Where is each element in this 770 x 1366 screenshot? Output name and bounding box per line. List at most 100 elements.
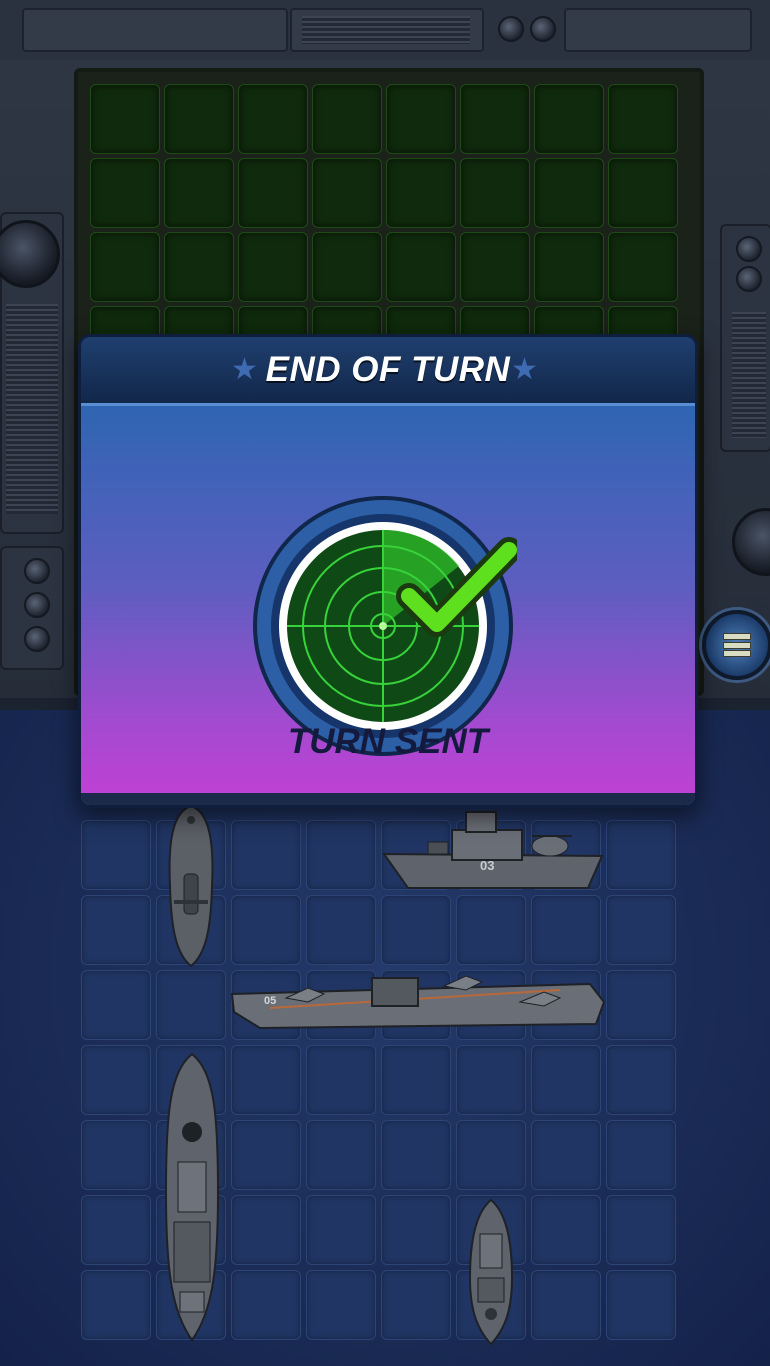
fleet-grid-cell (531, 895, 601, 965)
top-console-bar (0, 0, 770, 63)
top-panel-center (290, 8, 484, 52)
aircraft-carrier: 05 (230, 975, 606, 1030)
fleet-grid-cell (231, 895, 301, 965)
radar-grid-cell[interactable] (386, 232, 456, 302)
radar-grid-cell[interactable] (238, 158, 308, 228)
fleet-grid-cell (81, 1120, 151, 1190)
fleet-grid-cell (606, 1120, 676, 1190)
fleet-grid-cell (231, 1270, 301, 1340)
patrol-boat: 03 (382, 811, 604, 889)
fleet-grid-cell (231, 820, 301, 890)
radar-grid-cell[interactable] (164, 84, 234, 154)
radar-grid-cell[interactable] (534, 84, 604, 154)
battleship (164, 1052, 220, 1342)
small-knob (24, 558, 50, 584)
small-knob (736, 266, 762, 292)
fleet-grid-cell (81, 1270, 151, 1340)
radar-grid-cell[interactable] (238, 84, 308, 154)
fleet-grid-cell (531, 1270, 601, 1340)
fleet-grid-cell (306, 1270, 376, 1340)
radar-grid-cell[interactable] (90, 84, 160, 154)
fleet-grid-cell (81, 895, 151, 965)
top-panel-right (564, 8, 752, 52)
fleet-grid-cell (306, 1120, 376, 1190)
star-icon: ★ (511, 353, 538, 386)
radar-grid-cell[interactable] (534, 158, 604, 228)
radar-grid-cell[interactable] (386, 84, 456, 154)
fleet-grid-cell (531, 1045, 601, 1115)
fleet-grid-cell (306, 1195, 376, 1265)
radar-grid-cell[interactable] (90, 158, 160, 228)
radar-grid-cell[interactable] (386, 158, 456, 228)
radar-checkmark-icon (253, 496, 517, 756)
dialog-bottom-edge (81, 793, 695, 805)
radar-grid-cell[interactable] (608, 84, 678, 154)
fleet-grid-cell (531, 1120, 601, 1190)
small-knob (24, 626, 50, 652)
radar-grid-cell[interactable] (534, 232, 604, 302)
fleet-grid-cell (606, 1195, 676, 1265)
radar-grid-cell[interactable] (460, 158, 530, 228)
radar-grid-cell[interactable] (90, 232, 160, 302)
small-knob (24, 592, 50, 618)
vent-grille (732, 312, 766, 438)
radar-grid-cell[interactable] (312, 232, 382, 302)
radar-grid-cell[interactable] (608, 158, 678, 228)
radar-grid-cell[interactable] (312, 84, 382, 154)
small-knob (736, 236, 762, 262)
fleet-grid-cell (231, 1120, 301, 1190)
right-side-panel (720, 224, 770, 452)
fleet-grid-cell (306, 820, 376, 890)
destroyer (468, 1198, 514, 1346)
fleet-grid-cell (306, 895, 376, 965)
fleet-grid-cell (456, 1120, 526, 1190)
dialog-status: TURN SENT (287, 722, 489, 761)
small-knob (498, 16, 524, 42)
left-lower-panel (0, 546, 64, 670)
fleet-grid-cell (81, 1195, 151, 1265)
end-of-turn-dialog: ★ END OF TURN ★ TURN SENT (78, 334, 698, 808)
radar-grid-cell[interactable] (312, 158, 382, 228)
submarine (168, 804, 214, 968)
fleet-grid-cell (531, 1195, 601, 1265)
fleet-grid-cell (81, 970, 151, 1040)
fleet-grid-cell (156, 970, 226, 1040)
fleet-grid-cell (381, 895, 451, 965)
star-icon: ★ (231, 353, 258, 386)
radar-grid-cell[interactable] (460, 84, 530, 154)
fleet-grid-cell (231, 1195, 301, 1265)
fleet-grid-cell (606, 1270, 676, 1340)
enemy-radar-grid (90, 84, 678, 376)
small-knob (530, 16, 556, 42)
fleet-grid-cell (306, 1045, 376, 1115)
top-panel-left (22, 8, 288, 52)
ship-hull-number: 05 (264, 995, 276, 1007)
dialog-title: END OF TURN (265, 350, 511, 389)
fleet-grid-cell (381, 1120, 451, 1190)
vent-grille (302, 16, 470, 44)
fleet-grid-cell (231, 1045, 301, 1115)
dialog-body: TURN SENT (81, 406, 695, 805)
radar-grid-cell[interactable] (164, 232, 234, 302)
fleet-grid-cell (381, 1195, 451, 1265)
fleet-grid-cell (606, 820, 676, 890)
vent-grille (6, 304, 58, 514)
ship-hull-number: 03 (480, 858, 494, 873)
menu-button[interactable] (702, 610, 770, 680)
fleet-grid-cell (381, 1270, 451, 1340)
radar-grid-cell[interactable] (460, 232, 530, 302)
fleet-grid-cell (381, 1045, 451, 1115)
radar-grid-cell[interactable] (164, 158, 234, 228)
fleet-grid-cell (606, 1045, 676, 1115)
fleet-grid-cell (456, 1045, 526, 1115)
fleet-grid-cell (456, 895, 526, 965)
fleet-grid-cell (81, 820, 151, 890)
dialog-header: ★ END OF TURN ★ (81, 337, 695, 406)
hamburger-menu-icon (723, 633, 751, 657)
dial-knob (732, 508, 770, 576)
radar-grid-cell[interactable] (238, 232, 308, 302)
fleet-grid-cell (81, 1045, 151, 1115)
game-screen: 03 05 ★ END OF TURN ★ TURN SENT (0, 0, 770, 1366)
fleet-grid-cell (606, 895, 676, 965)
radar-grid-cell[interactable] (608, 232, 678, 302)
